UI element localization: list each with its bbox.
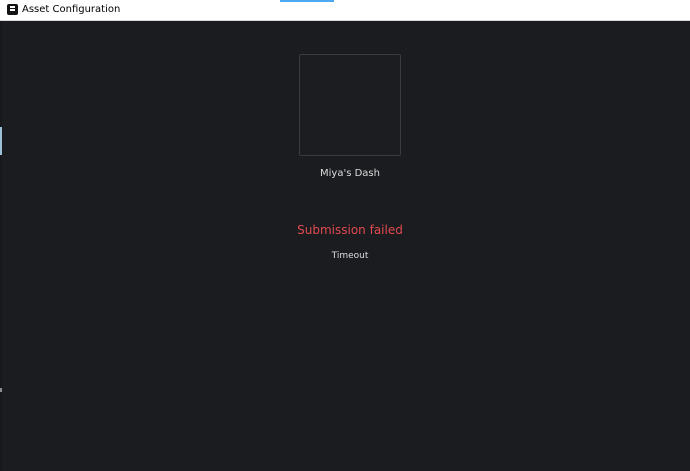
left-window-edge	[0, 21, 2, 471]
left-edge-marker	[0, 388, 2, 392]
window-title: Asset Configuration	[22, 4, 121, 15]
asset-name: Miya's Dash	[320, 168, 380, 179]
left-edge-highlight	[0, 127, 2, 155]
submission-error-title: Submission failed	[297, 223, 403, 237]
asset-configuration-window: Asset Configuration Miya's Dash Submissi…	[0, 0, 690, 471]
roblox-studio-icon	[7, 4, 18, 15]
asset-thumbnail	[299, 54, 401, 156]
window-titlebar[interactable]: Asset Configuration	[0, 0, 690, 21]
titlebar-accent	[280, 0, 334, 2]
submission-error-detail: Timeout	[331, 251, 369, 261]
